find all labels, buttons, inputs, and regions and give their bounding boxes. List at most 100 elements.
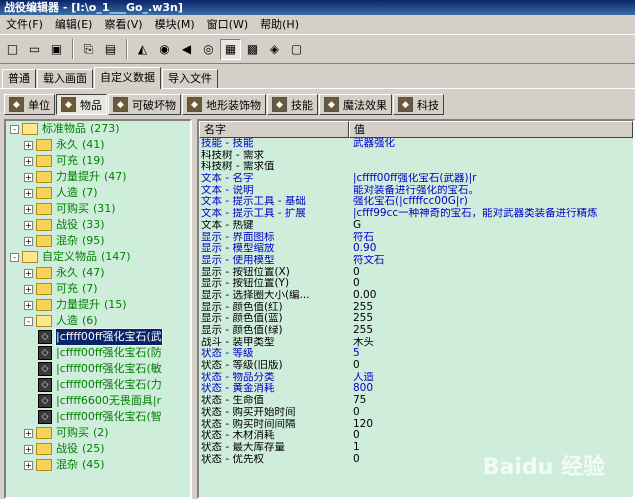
tree-folder[interactable]: + 战役 (25) <box>6 441 190 457</box>
object-tab[interactable]: ◆ 单位 <box>4 94 55 115</box>
object-tab[interactable]: ◆ 科技 <box>393 94 444 115</box>
expand-icon[interactable]: + <box>24 140 33 150</box>
tree-item[interactable]: ◇ |cffff00ff强化宝石(力 <box>6 377 190 393</box>
test-icon[interactable]: ▢ <box>286 39 307 60</box>
tab-0[interactable]: 普通 <box>2 69 36 88</box>
property-row[interactable]: 显示 - 按钮位置(Y) 0 <box>199 278 633 290</box>
property-row[interactable]: 战斗 - 装甲类型 木头 <box>199 337 633 349</box>
expand-icon[interactable]: + <box>24 444 33 454</box>
menu-item[interactable]: 模块(M) <box>149 16 201 32</box>
property-row[interactable]: 文本 - 提示工具 - 扩展 |cfff99cc一种神奇的宝石，能对武器类装备进行… <box>199 208 633 220</box>
tree-item[interactable]: ◇ |cffff00ff强化宝石(敏 <box>6 361 190 377</box>
collapse-icon[interactable]: - <box>24 316 33 326</box>
property-value[interactable]: 120 <box>351 419 633 431</box>
tree-folder[interactable]: + 力量提升 (15) <box>6 297 190 313</box>
property-row[interactable]: 文本 - 提示工具 - 基础 强化宝石(|cffffcc00G|r) <box>199 196 633 208</box>
expand-icon[interactable]: + <box>24 460 33 470</box>
property-value[interactable]: 人造 <box>351 372 633 384</box>
tree-folder[interactable]: + 混杂 (45) <box>6 457 190 473</box>
property-value[interactable]: |cfff99cc一种神奇的宝石，能对武器类装备进行精炼 <box>351 208 633 220</box>
tree-folder[interactable]: + 可充 (19) <box>6 153 190 169</box>
property-value[interactable]: 木头 <box>351 337 633 349</box>
property-row[interactable]: 显示 - 选择圈大小(编... 0.00 <box>199 290 633 302</box>
property-value[interactable]: 强化宝石(|cffffcc00G|r) <box>351 196 633 208</box>
expand-icon[interactable]: + <box>24 188 33 198</box>
property-row[interactable]: 显示 - 按钮位置(X) 0 <box>199 267 633 279</box>
expand-icon[interactable]: + <box>24 284 33 294</box>
expand-icon[interactable]: + <box>24 428 33 438</box>
tree-item[interactable]: ◇ |cffff00ff强化宝石(防 <box>6 345 190 361</box>
property-row[interactable]: 状态 - 购买时间间隔 120 <box>199 419 633 431</box>
property-row[interactable]: 状态 - 等级(旧版) 0 <box>199 360 633 372</box>
paste-icon[interactable]: ▤ <box>100 39 121 60</box>
object-tab[interactable]: ◆ 可破坏物 <box>108 94 181 115</box>
tree-folder[interactable]: + 可购买 (2) <box>6 425 190 441</box>
menu-item[interactable]: 察看(V) <box>98 16 148 32</box>
property-value[interactable]: G <box>351 220 633 232</box>
property-row[interactable]: 显示 - 颜色值(绿) 255 <box>199 325 633 337</box>
collapse-icon[interactable]: - <box>10 124 19 134</box>
property-value[interactable]: 能对装备进行强化的宝石。 <box>351 185 633 197</box>
object-tab[interactable]: ◆ 物品 <box>56 94 107 115</box>
tab-3[interactable]: 导入文件 <box>162 69 218 88</box>
property-row[interactable]: 显示 - 颜色值(红) 255 <box>199 302 633 314</box>
tree-folder[interactable]: + 战役 (33) <box>6 217 190 233</box>
property-value[interactable]: 0 <box>351 430 633 442</box>
expand-icon[interactable]: + <box>24 156 33 166</box>
object-icon[interactable]: ▦ <box>220 38 241 60</box>
property-value[interactable] <box>351 161 633 173</box>
property-value[interactable]: 0 <box>351 278 633 290</box>
open-icon[interactable]: ▭ <box>24 39 45 60</box>
property-value[interactable]: 255 <box>351 302 633 314</box>
property-value[interactable]: 255 <box>351 313 633 325</box>
property-row[interactable]: 科技树 - 需求值 <box>199 161 633 173</box>
property-row[interactable]: 文本 - 名字 |cffff00ff强化宝石(武器)|r <box>199 173 633 185</box>
ai-icon[interactable]: ◎ <box>198 39 219 60</box>
tree-folder[interactable]: + 人造 (7) <box>6 185 190 201</box>
property-row[interactable]: 技能 - 技能 武器强化 <box>199 138 633 150</box>
property-value[interactable]: 符石 <box>351 232 633 244</box>
column-header-value[interactable]: 值 <box>349 121 633 138</box>
expand-icon[interactable]: + <box>24 268 33 278</box>
property-value[interactable]: 75 <box>351 395 633 407</box>
object-tab[interactable]: ◆ 魔法效果 <box>319 94 392 115</box>
new-icon[interactable]: □ <box>2 39 23 60</box>
tab-2[interactable]: 自定义数据 <box>94 67 161 89</box>
expand-icon[interactable]: + <box>24 300 33 310</box>
collapse-icon[interactable]: - <box>10 252 19 262</box>
property-value[interactable] <box>351 150 633 162</box>
property-row[interactable]: 状态 - 购买开始时间 0 <box>199 407 633 419</box>
tree-folder[interactable]: - 标准物品 (273) <box>6 121 190 137</box>
tree-folder[interactable]: + 可购买 (31) <box>6 201 190 217</box>
property-row[interactable]: 文本 - 说明 能对装备进行强化的宝石。 <box>199 185 633 197</box>
property-value[interactable]: 0 <box>351 267 633 279</box>
copy-icon[interactable]: ⎘ <box>78 39 99 60</box>
property-value[interactable]: |cffff00ff强化宝石(武器)|r <box>351 173 633 185</box>
property-value[interactable]: 0.90 <box>351 243 633 255</box>
property-row[interactable]: 状态 - 黄金消耗 800 <box>199 383 633 395</box>
import-icon[interactable]: ◈ <box>264 39 285 60</box>
sound-icon[interactable]: ◀ <box>176 39 197 60</box>
property-row[interactable]: 状态 - 等级 5 <box>199 348 633 360</box>
property-value[interactable]: 武器强化 <box>351 138 633 150</box>
property-row[interactable]: 状态 - 木材消耗 0 <box>199 430 633 442</box>
tree-folder[interactable]: + 混杂 (95) <box>6 233 190 249</box>
property-value[interactable]: 0.00 <box>351 290 633 302</box>
property-row[interactable]: 文本 - 热键 G <box>199 220 633 232</box>
expand-icon[interactable]: + <box>24 204 33 214</box>
tree-folder[interactable]: + 永久 (41) <box>6 137 190 153</box>
tree-item[interactable]: ◇ |cffff6600无畏面具|r <box>6 393 190 409</box>
property-row[interactable]: 状态 - 生命值 75 <box>199 395 633 407</box>
property-value[interactable]: 符文石 <box>351 255 633 267</box>
tree-item[interactable]: ◇ |cffff00ff强化宝石(智 <box>6 409 190 425</box>
property-value[interactable]: 5 <box>351 348 633 360</box>
tree-folder[interactable]: - 自定义物品 (147) <box>6 249 190 265</box>
menu-item[interactable]: 窗口(W) <box>201 16 254 32</box>
column-header-name[interactable]: 名字 <box>199 121 349 138</box>
property-value[interactable]: 800 <box>351 383 633 395</box>
menu-item[interactable]: 文件(F) <box>0 16 49 32</box>
property-row[interactable]: 显示 - 颜色值(蓝) 255 <box>199 313 633 325</box>
property-row[interactable]: 显示 - 使用模型 符文石 <box>199 255 633 267</box>
tree-folder[interactable]: - 人造 (6) <box>6 313 190 329</box>
tree-folder[interactable]: + 力量提升 (47) <box>6 169 190 185</box>
